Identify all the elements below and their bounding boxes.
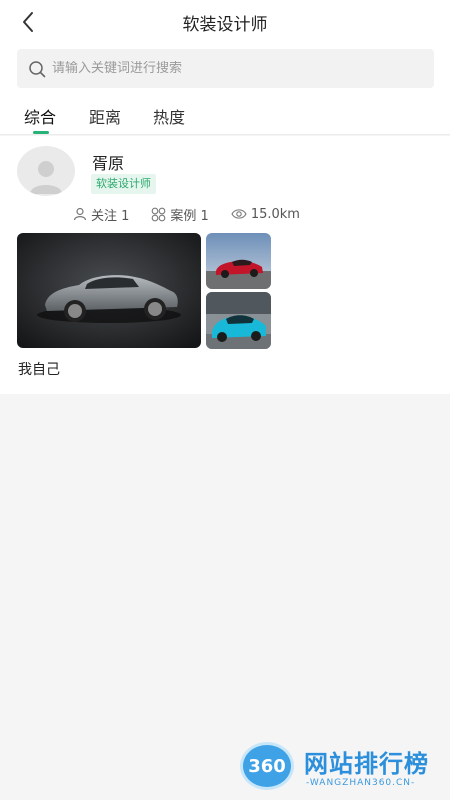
- header-bar: 软装设计师: [0, 0, 450, 44]
- page-title: 软装设计师: [182, 15, 268, 35]
- default-avatar-icon: [30, 161, 62, 194]
- search-input[interactable]: [52, 61, 412, 76]
- designer-name[interactable]: 胥原: [92, 150, 124, 174]
- tab-popularity[interactable]: 热度: [153, 104, 185, 128]
- tab-distance[interactable]: 距离: [89, 104, 121, 128]
- follow-count: 关注 1: [91, 208, 130, 224]
- tab-active-indicator: [33, 131, 49, 134]
- watermark-badge: 360: [240, 742, 294, 790]
- tab-comprehensive[interactable]: 综合: [24, 104, 56, 128]
- watermark-subtitle: -WANGZHAN360.CN-: [306, 778, 416, 788]
- watermark-logo: 360 网站排行榜 -WANGZHAN360.CN-: [236, 740, 446, 796]
- post-caption: 我自己: [18, 362, 60, 378]
- case-photo-red-car[interactable]: [206, 233, 271, 289]
- case-photo-main[interactable]: [17, 233, 201, 348]
- person-icon: [73, 207, 87, 221]
- eye-icon: [231, 209, 247, 219]
- case-photo-blue-car[interactable]: [206, 292, 271, 349]
- stat-distance: 15.0km: [231, 207, 300, 222]
- stats-row: 关注 1 案例 1 15.0km: [73, 205, 322, 224]
- stat-cases: 案例 1: [151, 205, 209, 224]
- case-count: 案例 1: [170, 208, 209, 224]
- tab-bar: 综合 距离 热度: [0, 94, 450, 135]
- designer-card[interactable]: 胥原 软装设计师 关注 1 案例 1 15.0km 我自己: [0, 136, 450, 394]
- screen: 软装设计师 综合 距离 热度 胥原 软装设计师: [0, 0, 450, 800]
- role-badge: 软装设计师: [91, 174, 156, 194]
- search-area: [0, 44, 450, 94]
- stat-follow: 关注 1: [73, 205, 129, 224]
- watermark-title: 网站排行榜: [304, 750, 429, 778]
- grid-icon: [152, 207, 166, 221]
- search-box[interactable]: [17, 49, 434, 88]
- avatar[interactable]: [17, 146, 75, 196]
- search-icon: [27, 59, 47, 79]
- distance-value: 15.0km: [250, 206, 300, 222]
